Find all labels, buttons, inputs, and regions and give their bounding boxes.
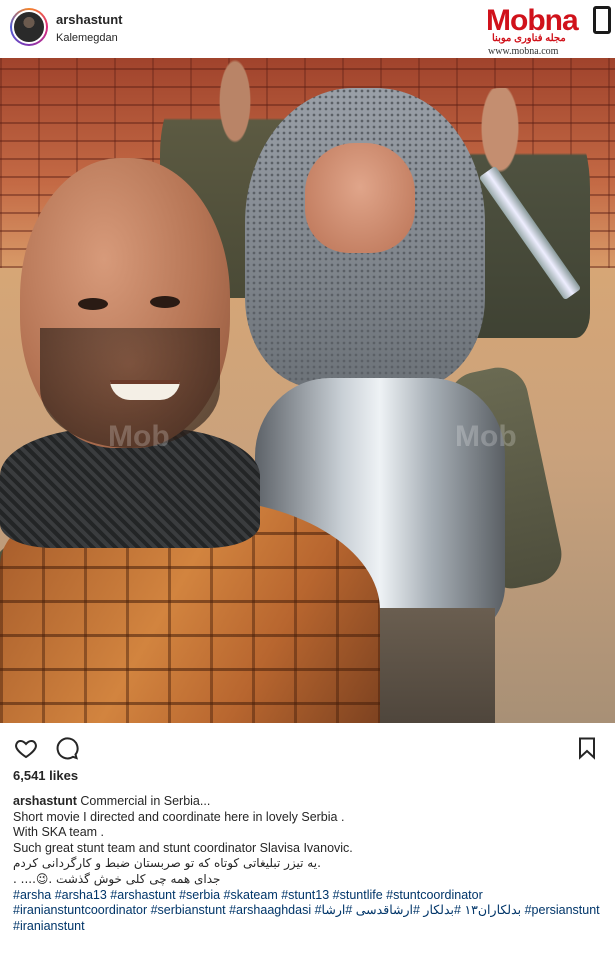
mobna-logo: Mobna مجله فناوری موبنا www.mobna.com (482, 2, 615, 58)
phone-icon (593, 6, 611, 34)
caption: arshastunt Commercial in Serbia... Short… (13, 794, 603, 934)
post-photo[interactable]: Mob Mob (0, 58, 615, 723)
caption-first-line: arshastunt Commercial in Serbia... (13, 794, 603, 810)
action-bar (0, 723, 615, 769)
logo-subtitle: مجله فناوری موبنا (492, 33, 566, 44)
selfie-figure (0, 158, 400, 723)
avatar[interactable] (10, 8, 48, 46)
logo-url: www.mobna.com (488, 46, 559, 57)
watermark-left: Mob (108, 420, 170, 453)
caption-first-text: Commercial in Serbia... (80, 794, 211, 808)
post-header: arshastunt Kalemegdan Mobna مجله فناوری … (0, 0, 615, 58)
avatar-image (12, 10, 46, 44)
caption-line: Such great stunt team and stunt coordina… (13, 840, 353, 855)
bookmark-icon[interactable] (574, 736, 600, 760)
post-location[interactable]: Kalemegdan (56, 32, 118, 44)
caption-username[interactable]: arshastunt (13, 794, 77, 808)
caption-line-persian: جدای همه چی کلی خوش گذشت .😉.... . (13, 871, 221, 886)
post-username[interactable]: arshastunt (56, 12, 122, 27)
heart-icon[interactable] (13, 736, 39, 760)
caption-line: With SKA team . (13, 825, 105, 840)
caption-hashtags[interactable]: #arsha #arsha13 #arshastunt #serbia #ska… (13, 888, 603, 935)
left-eye (78, 298, 108, 310)
caption-line: Short movie I directed and coordinate he… (13, 809, 345, 824)
comment-icon[interactable] (54, 736, 80, 760)
mouth (110, 380, 180, 400)
caption-line-persian: .یه تیزر تبلیغاتی کوتاه که تو صربستان ضب… (13, 856, 321, 871)
likes-count[interactable]: 6,541 likes (13, 768, 78, 783)
right-eye (150, 296, 180, 308)
watermark-right: Mob (455, 420, 517, 453)
